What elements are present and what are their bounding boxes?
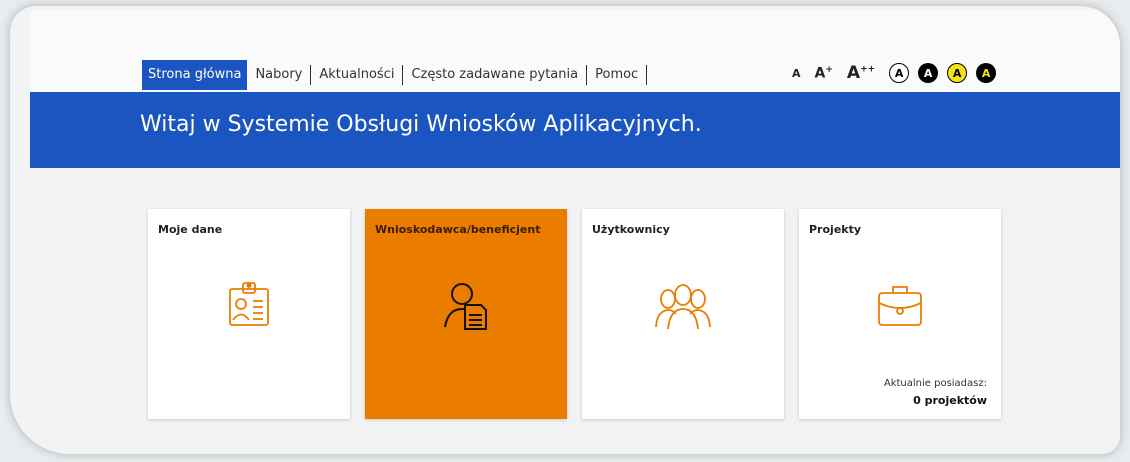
projects-count-note: Aktualnie posiadasz: 0 projektów — [884, 375, 987, 410]
screenshot-frame: Strona główna Nabory Aktualności Często … — [10, 6, 1120, 454]
tile-title: Projekty — [809, 223, 862, 236]
tile-projekty[interactable]: Projekty Aktualnie posiadasz: 0 projektó… — [799, 209, 1001, 419]
contrast-default-button[interactable]: A — [889, 63, 910, 83]
tile-title: Użytkownicy — [592, 223, 670, 236]
contrast-yellow-black-button[interactable]: A — [947, 63, 968, 83]
applicant-document-icon — [444, 283, 487, 330]
id-badge-icon — [229, 282, 269, 326]
accessibility-controls: A A+ A++ A A A A — [792, 60, 1005, 86]
tile-uzytkownicy[interactable]: Użytkownicy — [582, 209, 784, 419]
tile-title: Wnioskodawca/beneficjent — [375, 223, 541, 236]
contrast-black-white-button[interactable]: A — [918, 63, 939, 83]
welcome-banner: Witaj w Systemie Obsługi Wniosków Aplika… — [30, 92, 1120, 168]
tile-wnioskodawca[interactable]: Wnioskodawca/beneficjent — [365, 209, 567, 419]
font-size-large-button[interactable]: A++ — [847, 63, 875, 83]
font-size-small-button[interactable]: A — [792, 67, 801, 80]
top-bar: Strona główna Nabory Aktualności Często … — [30, 10, 1120, 92]
projects-count-value: 0 projektów — [913, 394, 987, 407]
projects-count-label: Aktualnie posiadasz: — [883, 378, 987, 389]
users-group-icon — [655, 284, 711, 330]
nav-item-faq[interactable]: Często zadawane pytania — [403, 60, 586, 90]
main-nav: Strona główna Nabory Aktualności Często … — [142, 60, 648, 90]
page-title: Witaj w Systemie Obsługi Wniosków Aplika… — [140, 112, 702, 137]
nav-item-aktualnosci[interactable]: Aktualności — [311, 60, 402, 90]
contrast-black-yellow-button[interactable]: A — [976, 63, 997, 83]
tile-moje-dane[interactable]: Moje dane — [148, 209, 350, 419]
nav-separator — [646, 65, 648, 85]
nav-item-home[interactable]: Strona główna — [142, 60, 248, 90]
app-window: Strona główna Nabory Aktualności Często … — [30, 10, 1120, 450]
font-size-medium-button[interactable]: A+ — [815, 65, 833, 82]
nav-item-nabory[interactable]: Nabory — [247, 60, 310, 90]
briefcase-icon — [878, 286, 922, 326]
nav-item-pomoc[interactable]: Pomoc — [587, 60, 646, 90]
tile-title: Moje dane — [158, 223, 223, 236]
